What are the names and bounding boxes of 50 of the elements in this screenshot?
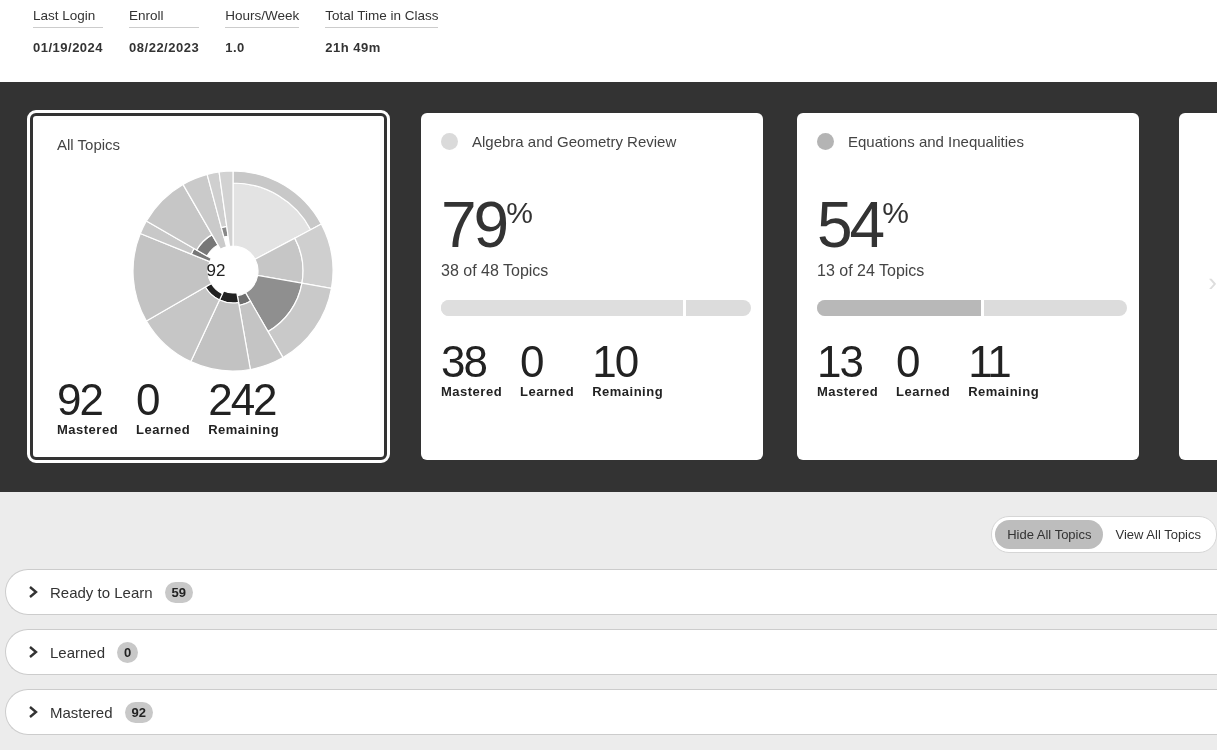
count-label: Mastered [57,422,119,437]
percent-sign: % [882,196,909,229]
count-label: Mastered [817,384,879,399]
count-label: Learned [136,422,191,437]
stat-label: Total Time in Class [325,8,439,28]
topic-card[interactable]: Equations and Inequalities 54% 13 of 24 Topics 13 Mastered 0 Learned 11 Remaining [797,113,1139,460]
toggle-option[interactable]: Hide All Topics [995,520,1104,549]
count-label: Remaining [208,422,280,437]
section-row[interactable]: Mastered 92 [5,689,1217,735]
section-row[interactable]: Learned 0 [5,629,1217,675]
count-badge: 92 [124,701,153,723]
stat-value: 01/19/2024 [33,40,104,55]
count-label: Mastered [441,384,503,399]
stat-label: Hours/Week [225,8,300,28]
section-label: Learned [50,643,106,661]
percent-value: 54 [817,192,883,258]
percent-value: 79 [441,192,507,258]
count-label: Learned [520,384,575,399]
count-value: 0 [896,340,920,384]
card-title: All Topics [57,136,122,153]
topics-count: 13 of 24 Topics [817,262,926,280]
topic-card[interactable]: All Topics 92 92 Mastered 0 Learned 242 Remaining [30,113,387,460]
section-label: Mastered [50,703,113,721]
topic-card[interactable]: Algebra and Geometry Review 79% 38 of 48 Topics 38 Mastered 0 Learned 10 Remaining [421,113,763,460]
count-label: Learned [896,384,951,399]
stat-value: 21h 49m [325,40,382,55]
stat-value: 08/22/2023 [129,40,200,55]
count-value: 10 [592,340,639,384]
count-label: Remaining [968,384,1040,399]
section-label: Ready to Learn [50,583,153,601]
card-title: Algebra and Geometry Review [472,133,677,150]
toggle-option[interactable]: View All Topics [1103,520,1213,549]
count-value: 13 [817,340,863,384]
count-value: 11 [968,340,1011,384]
stat-value: 1.0 [225,40,246,55]
count-value: 242 [208,378,277,422]
percent-sign: % [506,196,533,229]
stat-label: Enroll [129,8,200,28]
count-value: 92 [57,378,103,422]
chart-center-value: 92 [205,261,227,281]
stat-label: Last Login [33,8,104,28]
count-badge: 0 [117,641,139,663]
card-title: Equations and Inequalities [848,133,1024,150]
section-row[interactable]: Ready to Learn 59 [5,569,1217,615]
count-badge: 59 [164,581,194,603]
count-value: 38 [441,340,487,384]
count-value: 0 [136,378,160,422]
topics-count: 38 of 48 Topics [441,262,550,280]
count-label: Remaining [592,384,664,399]
count-value: 0 [520,340,544,384]
